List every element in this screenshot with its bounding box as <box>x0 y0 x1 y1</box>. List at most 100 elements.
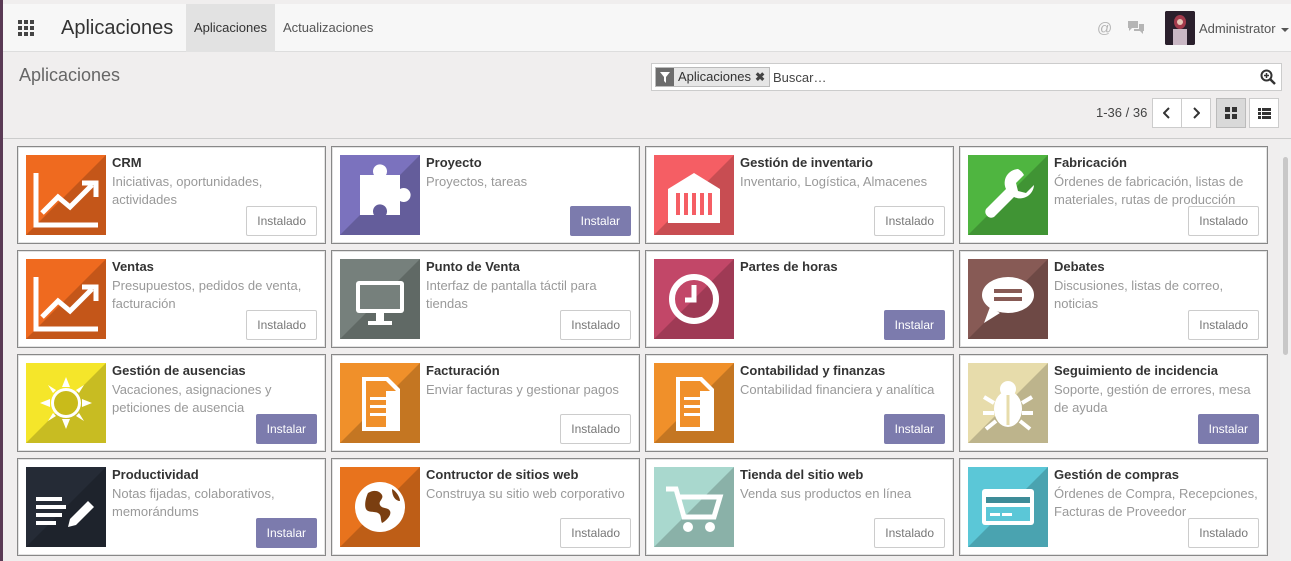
document-icon <box>340 363 420 443</box>
at-sign-icon[interactable]: @ <box>1097 20 1112 37</box>
app-card[interactable]: Gestión de inventario Inventario, Logíst… <box>645 146 954 244</box>
installed-button[interactable]: Instalado <box>560 518 631 548</box>
app-card[interactable]: Facturación Enviar facturas y gestionar … <box>331 354 640 452</box>
search-box[interactable]: Aplicaciones ✖ <box>651 63 1282 91</box>
globe-icon <box>340 467 420 547</box>
app-description: Construya su sitio web corporativo <box>426 486 625 501</box>
facet-remove-icon[interactable]: ✖ <box>755 68 769 86</box>
app-brand-title: Aplicaciones <box>61 17 174 39</box>
app-name: Contabilidad y finanzas <box>740 363 886 378</box>
search-input[interactable] <box>773 68 1243 86</box>
app-description: Enviar facturas y gestionar pagos <box>426 382 619 397</box>
app-name: CRM <box>112 155 142 170</box>
vertical-scrollbar[interactable] <box>1280 140 1291 561</box>
cart-icon <box>654 467 734 547</box>
app-card[interactable]: Punto de Venta Interfaz de pantalla táct… <box>331 250 640 348</box>
app-name: Ventas <box>112 259 154 274</box>
app-name: Tienda del sitio web <box>740 467 864 482</box>
pager-next-button[interactable] <box>1181 98 1211 128</box>
app-name: Debates <box>1054 259 1105 274</box>
app-description: Órdenes de fabricación, listas de materi… <box>1054 174 1244 207</box>
sun-icon <box>26 363 106 443</box>
bug-icon <box>968 363 1048 443</box>
app-description: Presupuestos, pedidos de venta, facturac… <box>112 278 302 311</box>
installed-button[interactable]: Instalado <box>1188 518 1259 548</box>
list-view-button[interactable] <box>1249 98 1279 128</box>
app-name: Seguimiento de incidencia <box>1054 363 1218 378</box>
control-panel: Aplicaciones Aplicaciones ✖ 1-36 / 36 <box>3 53 1291 139</box>
app-card[interactable]: Gestión de compras Órdenes de Compra, Re… <box>959 458 1268 556</box>
app-name: Partes de horas <box>740 259 838 274</box>
chart-up-icon <box>26 259 106 339</box>
search-icon[interactable] <box>1260 69 1276 90</box>
speech-bubble-icon <box>968 259 1048 339</box>
installed-button[interactable]: Instalado <box>874 206 945 236</box>
app-description: Proyectos, tareas <box>426 174 528 189</box>
app-description: Iniciativas, oportunidades, actividades <box>112 174 263 207</box>
chevron-down-icon <box>1280 27 1289 32</box>
pager-previous-button[interactable] <box>1152 98 1182 128</box>
app-card[interactable]: Partes de horas Instalar <box>645 250 954 348</box>
installed-button[interactable]: Instalado <box>560 414 631 444</box>
app-description: Contabilidad financiera y analítica <box>740 382 935 397</box>
app-card[interactable]: Contructor de sitios web Construya su si… <box>331 458 640 556</box>
installed-button[interactable]: Instalado <box>246 310 317 340</box>
install-button[interactable]: Instalar <box>569 206 631 236</box>
list-icon <box>1257 107 1271 119</box>
app-card[interactable]: Debates Discusiones, listas de correo, n… <box>959 250 1268 348</box>
app-card[interactable]: Ventas Presupuestos, pedidos de venta, f… <box>17 250 326 348</box>
search-facet: Aplicaciones ✖ <box>655 67 770 87</box>
app-description: Venda sus productos en línea <box>740 486 912 501</box>
installed-button[interactable]: Instalado <box>246 206 317 236</box>
wrench-icon <box>968 155 1048 235</box>
pager-value: 1-36 / 36 <box>1096 105 1148 120</box>
scrollbar-thumb[interactable] <box>1283 157 1288 355</box>
install-button[interactable]: Instalar <box>883 310 945 340</box>
kanban-view-button[interactable] <box>1216 98 1246 128</box>
app-card[interactable]: Contabilidad y finanzas Contabilidad fin… <box>645 354 954 452</box>
install-button[interactable]: Instalar <box>1197 414 1259 444</box>
document-icon <box>654 363 734 443</box>
app-name: Facturación <box>426 363 500 378</box>
filter-icon <box>656 68 674 86</box>
user-menu[interactable]: Administrator <box>1199 21 1289 36</box>
grid-icon <box>1225 107 1237 119</box>
installed-button[interactable]: Instalado <box>560 310 631 340</box>
installed-button[interactable]: Instalado <box>1188 206 1259 236</box>
credit-card-icon <box>968 467 1048 547</box>
app-description: Vacaciones, asignaciones y peticiones de… <box>112 382 272 415</box>
app-name: Proyecto <box>426 155 482 170</box>
user-name: Administrator <box>1199 21 1276 36</box>
app-card[interactable]: Productividad Notas fijadas, colaborativ… <box>17 458 326 556</box>
install-button[interactable]: Instalar <box>883 414 945 444</box>
app-description: Inventario, Logística, Almacenes <box>740 174 928 189</box>
app-description: Órdenes de Compra, Recepciones, Facturas… <box>1054 486 1258 519</box>
app-description: Discusiones, listas de correo, noticias <box>1054 278 1224 311</box>
app-card[interactable]: Gestión de ausencias Vacaciones, asignac… <box>17 354 326 452</box>
chart-up-icon <box>26 155 106 235</box>
chat-icon[interactable] <box>1127 20 1145 38</box>
clock-icon <box>654 259 734 339</box>
avatar[interactable] <box>1165 11 1195 45</box>
app-name: Gestión de compras <box>1054 467 1179 482</box>
installed-button[interactable]: Instalado <box>874 518 945 548</box>
app-card[interactable]: Seguimiento de incidencia Soporte, gesti… <box>959 354 1268 452</box>
app-name: Fabricación <box>1054 155 1127 170</box>
page-title: Aplicaciones <box>19 65 121 85</box>
app-card[interactable]: CRM Iniciativas, oportunidades, activida… <box>17 146 326 244</box>
app-name: Contructor de sitios web <box>426 467 579 482</box>
app-name: Gestión de ausencias <box>112 363 246 378</box>
app-name: Gestión de inventario <box>740 155 873 170</box>
note-pencil-icon <box>26 467 106 547</box>
app-card[interactable]: Fabricación Órdenes de fabricación, list… <box>959 146 1268 244</box>
apps-grid-icon[interactable] <box>11 14 41 42</box>
app-card[interactable]: Proyecto Proyectos, tareas Instalar <box>331 146 640 244</box>
tab-aplicaciones[interactable]: Aplicaciones <box>186 4 275 52</box>
app-description: Interfaz de pantalla táctil para tiendas <box>426 278 597 311</box>
app-card[interactable]: Tienda del sitio web Venda sus productos… <box>645 458 954 556</box>
install-button[interactable]: Instalar <box>255 414 317 444</box>
installed-button[interactable]: Instalado <box>1188 310 1259 340</box>
tab-actualizaciones[interactable]: Actualizaciones <box>275 4 381 52</box>
app-name: Punto de Venta <box>426 259 520 274</box>
install-button[interactable]: Instalar <box>255 518 317 548</box>
